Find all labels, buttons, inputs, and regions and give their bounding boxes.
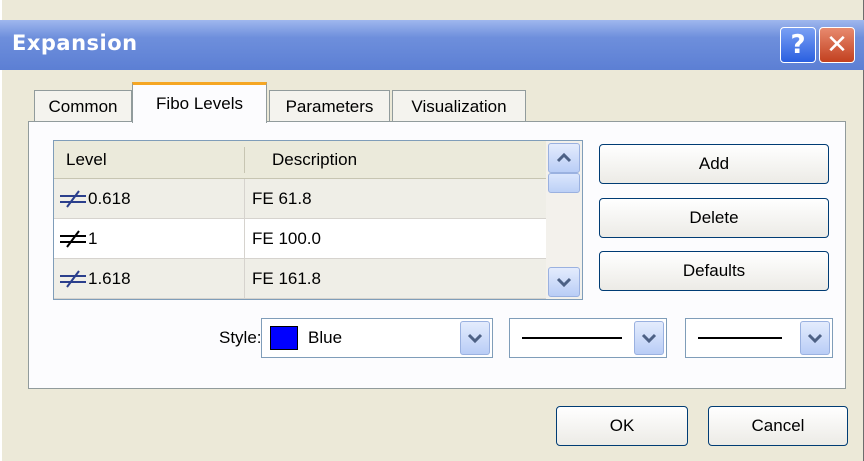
add-button[interactable]: Add [599, 144, 829, 184]
color-name: Blue [308, 328, 343, 347]
fibo-level-icon [60, 270, 86, 288]
column-header-level[interactable]: Level [66, 141, 107, 179]
fibo-level-icon [60, 190, 86, 208]
fibo-levels-panel: Level Description 0.618 FE 61.8 1 FE 100… [28, 121, 846, 389]
tab-label: Parameters [285, 96, 374, 116]
vertical-scrollbar[interactable] [546, 141, 582, 299]
help-button[interactable]: ? [780, 27, 816, 63]
defaults-button[interactable]: Defaults [599, 251, 829, 291]
tab-common[interactable]: Common [34, 90, 132, 122]
close-button[interactable]: ✕ [819, 27, 855, 63]
cell-divider [244, 219, 245, 259]
close-icon: ✕ [826, 30, 848, 60]
scroll-down-button[interactable] [548, 267, 580, 297]
window-title: Expansion [12, 31, 138, 55]
level-cell[interactable]: 1 [58, 219, 97, 259]
cell-divider [244, 259, 245, 299]
chevron-down-icon [467, 333, 483, 344]
expansion-dialog: Expansion ? ✕ Common Fibo Levels Paramet… [0, 0, 864, 461]
table-row[interactable]: 1.618 FE 161.8 [54, 259, 546, 299]
color-select[interactable]: Blue [261, 318, 493, 358]
tab-label: Common [48, 96, 118, 116]
help-icon: ? [790, 30, 806, 60]
level-cell[interactable]: 1.618 [58, 259, 131, 299]
line-style-sample [522, 337, 622, 339]
title-bar[interactable]: Expansion ? ✕ [0, 20, 864, 70]
level-cell[interactable]: 0.618 [58, 179, 131, 219]
level-value: 0.618 [88, 189, 131, 208]
tab-parameters[interactable]: Parameters [269, 90, 390, 122]
ok-button[interactable]: OK [556, 406, 688, 446]
style-label: Style: [219, 328, 262, 347]
line-width-dropdown-button[interactable] [800, 321, 830, 355]
color-swatch [270, 326, 298, 350]
line-width-sample [698, 337, 782, 339]
tab-label: Visualization [411, 96, 507, 116]
color-dropdown-button[interactable] [460, 321, 490, 355]
column-divider[interactable] [244, 147, 245, 173]
levels-list[interactable]: Level Description 0.618 FE 61.8 1 FE 100… [53, 140, 583, 300]
chevron-up-icon [556, 152, 572, 163]
list-header: Level Description [54, 141, 546, 179]
fibo-level-icon [60, 230, 86, 248]
line-style-select[interactable] [509, 318, 667, 358]
chevron-down-icon [641, 333, 657, 344]
line-style-dropdown-button[interactable] [634, 321, 664, 355]
level-value: 1 [88, 229, 98, 248]
scroll-up-button[interactable] [548, 143, 580, 173]
tab-visualization[interactable]: Visualization [392, 90, 526, 122]
cancel-button[interactable]: Cancel [708, 406, 848, 446]
tab-label: Fibo Levels [156, 94, 243, 113]
cell-divider [244, 179, 245, 219]
column-header-description[interactable]: Description [272, 141, 357, 179]
description-cell[interactable]: FE 61.8 [252, 179, 312, 219]
table-row[interactable]: 1 FE 100.0 [54, 219, 546, 259]
line-width-select[interactable] [685, 318, 833, 358]
table-row[interactable]: 0.618 FE 61.8 [54, 179, 546, 219]
scroll-thumb[interactable] [548, 173, 580, 193]
description-cell[interactable]: FE 100.0 [252, 219, 321, 259]
description-cell[interactable]: FE 161.8 [252, 259, 321, 299]
delete-button[interactable]: Delete [599, 198, 829, 238]
tab-fibo-levels[interactable]: Fibo Levels [132, 82, 267, 123]
chevron-down-icon [556, 277, 572, 288]
level-value: 1.618 [88, 269, 131, 288]
chevron-down-icon [807, 333, 823, 344]
